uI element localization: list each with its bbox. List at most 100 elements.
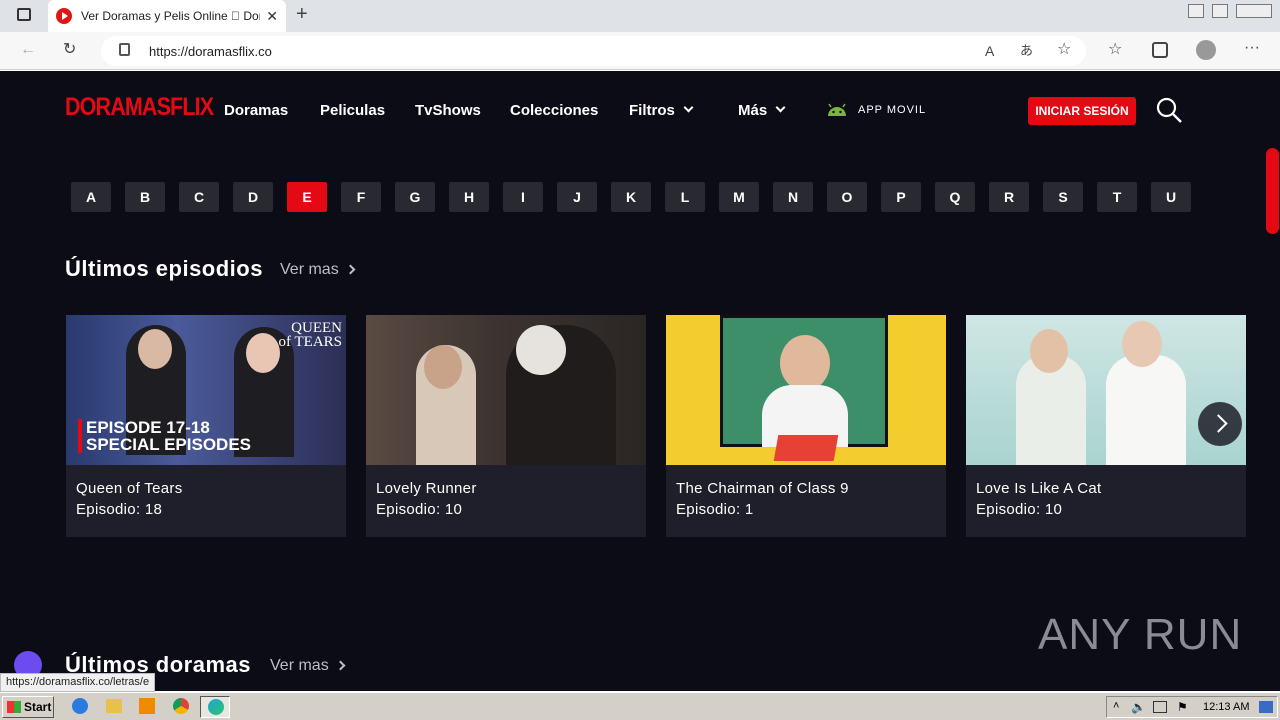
nav-mas-label: Más xyxy=(738,102,768,119)
url-text: https://doramasflix.co xyxy=(149,43,272,59)
chrome-icon[interactable] xyxy=(173,698,189,714)
refresh-icon[interactable]: ↻ xyxy=(63,42,76,58)
letter-button-q[interactable]: Q xyxy=(935,182,975,212)
add-favorite-icon[interactable]: ☆ xyxy=(1057,42,1071,58)
letter-button-m[interactable]: M xyxy=(719,182,759,212)
episode-title[interactable]: Queen of Tears xyxy=(76,480,183,497)
media-player-icon[interactable] xyxy=(139,698,155,714)
nav-mas[interactable]: Más xyxy=(738,102,786,119)
letter-button-i[interactable]: I xyxy=(503,182,543,212)
settings-more-icon[interactable]: ··· xyxy=(1244,40,1260,56)
network-icon[interactable] xyxy=(1153,701,1167,713)
tab-title: Ver Doramas y Pelis Online ￿ Dor xyxy=(81,9,261,23)
collections-icon[interactable] xyxy=(1152,42,1168,58)
episode-thumbnail[interactable] xyxy=(666,315,946,465)
episode-number: Episodio: 10 xyxy=(376,501,463,518)
favorites-icon[interactable]: ☆ xyxy=(1108,42,1122,58)
tab-close-icon[interactable]: ✕ xyxy=(266,8,278,25)
letter-button-d[interactable]: D xyxy=(233,182,273,212)
letter-button-l[interactable]: L xyxy=(665,182,705,212)
start-button[interactable]: Start xyxy=(2,696,54,718)
letter-button-c[interactable]: C xyxy=(179,182,219,212)
thumb-caption-1: EPISODE 17-18 xyxy=(86,418,210,437)
ie-icon[interactable] xyxy=(72,698,88,714)
chevron-down-icon xyxy=(775,102,786,113)
letter-button-s[interactable]: S xyxy=(1043,182,1083,212)
scrollbar-thumb[interactable] xyxy=(1266,148,1279,234)
minimize-icon[interactable] xyxy=(1188,4,1204,18)
android-icon[interactable] xyxy=(825,102,849,118)
letter-button-h[interactable]: H xyxy=(449,182,489,212)
carousel-next-button[interactable] xyxy=(1198,402,1242,446)
thumb-logo-text: QUEEN of TEARS xyxy=(278,320,342,350)
episode-number: Episodio: 10 xyxy=(976,501,1063,518)
episode-thumbnail[interactable] xyxy=(966,315,1246,465)
letter-button-g[interactable]: G xyxy=(395,182,435,212)
nav-doramas[interactable]: Doramas xyxy=(224,102,288,119)
anyrun-watermark: ANY RUN xyxy=(1038,610,1243,659)
nav-filtros[interactable]: Filtros xyxy=(629,102,694,119)
windows-taskbar: Start ˄ 🔈 ⚑ 12:13 AM xyxy=(0,692,1280,720)
lock-icon[interactable] xyxy=(119,43,130,56)
letter-button-u[interactable]: U xyxy=(1151,182,1191,212)
tab-actions-icon[interactable] xyxy=(17,8,31,21)
letter-button-t[interactable]: T xyxy=(1097,182,1137,212)
search-icon[interactable] xyxy=(1155,96,1183,124)
login-button[interactable]: INICIAR SESIÓN xyxy=(1028,97,1136,125)
browser-tab[interactable]: Ver Doramas y Pelis Online ￿ Dor ✕ xyxy=(48,0,286,32)
profile-avatar-icon[interactable] xyxy=(1196,40,1216,60)
nav-peliculas[interactable]: Peliculas xyxy=(320,102,385,119)
show-desktop-icon[interactable] xyxy=(1259,701,1273,713)
letter-button-o[interactable]: O xyxy=(827,182,867,212)
letter-button-r[interactable]: R xyxy=(989,182,1029,212)
url-field[interactable]: https://doramasflix.co xyxy=(101,36,1086,66)
letter-button-n[interactable]: N xyxy=(773,182,813,212)
nav-filtros-label: Filtros xyxy=(629,102,675,119)
volume-icon[interactable]: 🔈 xyxy=(1131,700,1146,714)
restore-icon[interactable] xyxy=(1212,4,1228,18)
translate-icon[interactable]: あ xyxy=(1020,43,1033,59)
section-title-episodes: Últimos episodios xyxy=(65,256,263,281)
letter-button-e[interactable]: E xyxy=(287,182,327,212)
explorer-icon[interactable] xyxy=(106,699,122,713)
browser-tab-bar: Ver Doramas y Pelis Online ￿ Dor ✕ + xyxy=(0,0,1280,32)
episode-title[interactable]: Lovely Runner xyxy=(376,480,477,497)
ver-mas-label: Ver mas xyxy=(280,261,339,278)
letter-button-a[interactable]: A xyxy=(71,182,111,212)
site-logo[interactable]: DORAMASFLIX xyxy=(65,93,214,122)
app-movil-link[interactable]: APP MOVIL xyxy=(858,104,926,116)
letter-button-p[interactable]: P xyxy=(881,182,921,212)
edge-taskbar-button[interactable] xyxy=(200,696,230,718)
edge-icon xyxy=(208,699,224,715)
status-bar-url: https://doramasflix.co/letras/e xyxy=(0,673,156,692)
episode-title[interactable]: The Chairman of Class 9 xyxy=(676,480,849,497)
close-window-icon[interactable] xyxy=(1236,4,1272,18)
ver-mas-label: Ver mas xyxy=(270,657,329,674)
address-bar-row: ← ↻ https://doramasflix.co A あ ☆ ☆ ··· xyxy=(0,32,1280,70)
nav-colecciones[interactable]: Colecciones xyxy=(510,102,598,119)
flag-icon[interactable]: ⚑ xyxy=(1177,700,1188,714)
episode-card[interactable]: The Chairman of Class 9 Episodio: 1 xyxy=(666,315,946,537)
back-icon[interactable]: ← xyxy=(20,42,36,58)
episode-card[interactable]: QUEEN of TEARS EPISODE 17-18 SPECIAL EPI… xyxy=(66,315,346,537)
episode-card[interactable]: Lovely Runner Episodio: 10 xyxy=(366,315,646,537)
letter-button-k[interactable]: K xyxy=(611,182,651,212)
new-tab-icon[interactable]: + xyxy=(296,4,308,24)
chevron-down-icon xyxy=(683,102,694,113)
episode-thumbnail[interactable]: QUEEN of TEARS EPISODE 17-18 SPECIAL EPI… xyxy=(66,315,346,465)
tray-expand-icon[interactable]: ˄ xyxy=(1113,700,1119,712)
letter-button-j[interactable]: J xyxy=(557,182,597,212)
letter-button-b[interactable]: B xyxy=(125,182,165,212)
ver-mas-episodes-link[interactable]: Ver mas xyxy=(280,261,356,279)
read-aloud-icon[interactable]: A xyxy=(985,43,994,59)
chevron-right-icon xyxy=(335,660,346,671)
chevron-right-icon xyxy=(345,264,356,275)
nav-tvshows[interactable]: TvShows xyxy=(415,102,481,119)
start-label: Start xyxy=(24,700,52,714)
episode-thumbnail[interactable] xyxy=(366,315,646,465)
letter-button-f[interactable]: F xyxy=(341,182,381,212)
episode-title[interactable]: Love Is Like A Cat xyxy=(976,480,1101,497)
clock: 12:13 AM xyxy=(1203,701,1250,713)
youtube-favicon-icon xyxy=(56,8,72,24)
ver-mas-doramas-link[interactable]: Ver mas xyxy=(270,657,346,675)
